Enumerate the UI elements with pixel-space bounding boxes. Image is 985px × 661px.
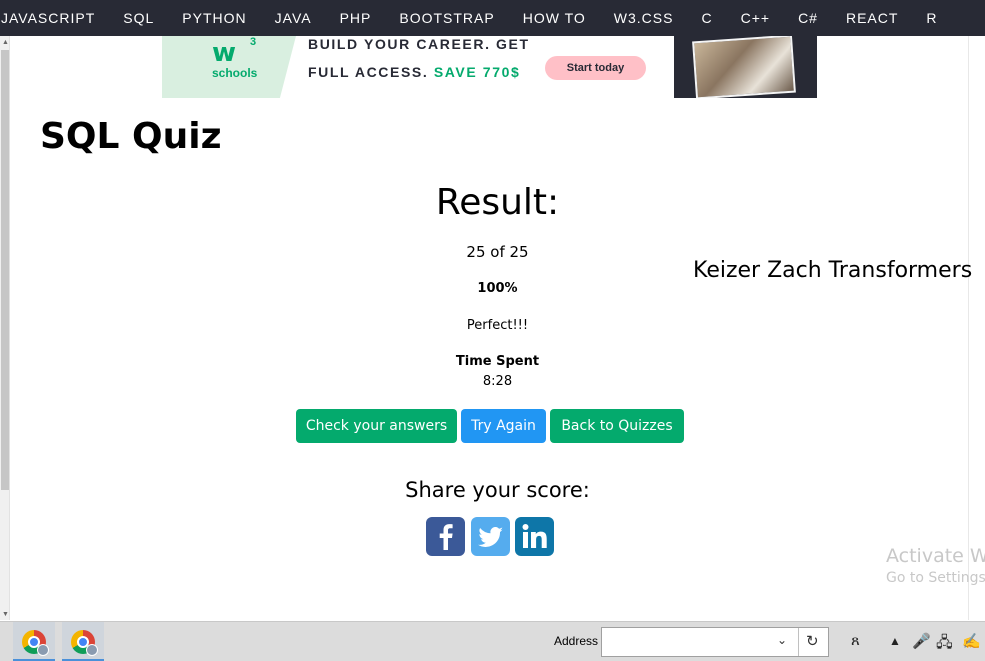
network-icon[interactable]: 🖧: [936, 632, 953, 657]
result-heading: Result:: [435, 182, 560, 223]
nav-item-w3css[interactable]: W3.CSS: [600, 0, 688, 36]
check-answers-button[interactable]: Check your answers: [296, 409, 457, 443]
ad-photo: [674, 36, 817, 98]
nav-item-javascript[interactable]: JAVASCRIPT: [0, 0, 109, 36]
try-again-button[interactable]: Try Again: [461, 409, 546, 443]
address-input[interactable]: ⌄ ↻: [601, 627, 829, 657]
divider: [798, 628, 799, 656]
people-icon[interactable]: ጸ: [851, 632, 860, 649]
result-percent: 100%: [477, 281, 518, 296]
nav-item-java[interactable]: JAVA: [261, 0, 326, 36]
ad-save-text: SAVE 770$: [433, 64, 521, 80]
nav-item-c[interactable]: C: [687, 0, 726, 36]
chrome-icon: [22, 630, 49, 656]
ad-photo-image: [692, 36, 796, 98]
profile-badge-icon: [86, 644, 98, 656]
chevron-up-icon[interactable]: ▲: [889, 634, 901, 648]
nav-item-php[interactable]: PHP: [326, 0, 386, 36]
share-score-label: Share your score:: [405, 478, 590, 502]
scrollbar-thumb[interactable]: [1, 50, 9, 490]
twitter-icon[interactable]: [471, 517, 510, 556]
logo-superscript: 3: [250, 36, 257, 48]
profile-badge-icon: [37, 644, 49, 656]
ad-headline-1: BUILD YOUR CAREER. GET: [308, 36, 530, 52]
result-message: Perfect!!!: [466, 318, 529, 333]
scroll-down-icon[interactable]: ▼: [2, 611, 9, 618]
microphone-icon[interactable]: 🎤: [912, 632, 931, 650]
linkedin-icon[interactable]: [515, 517, 554, 556]
ad-banner[interactable]: w 3 schools BUILD YOUR CAREER. GET FULL …: [162, 36, 817, 98]
taskbar-chrome-1[interactable]: [13, 622, 55, 661]
ad-headline-2: FULL ACCESS. SAVE 770$: [308, 64, 520, 80]
address-toolbar-label: Address: [554, 634, 599, 648]
time-spent-label: Time Spent: [455, 354, 540, 369]
ad-headline-2a: FULL ACCESS.: [308, 64, 429, 80]
nav-item-sql[interactable]: SQL: [109, 0, 168, 36]
nav-item-cpp[interactable]: C++: [727, 0, 784, 36]
nav-item-bootstrap[interactable]: BOOTSTRAP: [385, 0, 508, 36]
nav-item-r[interactable]: R: [912, 0, 951, 36]
nav-item-how-to[interactable]: HOW TO: [509, 0, 600, 36]
top-navigation: JAVASCRIPT SQL PYTHON JAVA PHP BOOTSTRAP…: [0, 0, 985, 36]
activate-windows-title: Activate Wi: [886, 545, 985, 567]
taskbar: Address ⌄ ↻ ጸ ▲ 🎤 🖧 ✍: [0, 621, 985, 661]
start-today-button[interactable]: Start today: [545, 56, 646, 80]
refresh-icon[interactable]: ↻: [806, 632, 819, 650]
w3schools-logo: w 3 schools: [162, 36, 296, 98]
logo-schools: schools: [212, 66, 258, 80]
pen-icon[interactable]: ✍: [962, 632, 981, 650]
back-to-quizzes-button[interactable]: Back to Quizzes: [550, 409, 684, 443]
nav-item-python[interactable]: PYTHON: [168, 0, 260, 36]
chevron-down-icon[interactable]: ⌄: [777, 633, 787, 647]
scroll-up-icon[interactable]: ▲: [2, 39, 9, 46]
chrome-icon: [71, 630, 98, 656]
time-spent-value: 8:28: [482, 374, 513, 389]
activate-windows-subtitle: Go to Settings t: [886, 570, 985, 586]
nav-item-csharp[interactable]: C#: [784, 0, 832, 36]
facebook-icon[interactable]: [426, 517, 465, 556]
logo-w: w: [212, 38, 237, 68]
taskbar-chrome-2[interactable]: [62, 622, 104, 661]
user-name: Keizer Zach Transformers: [693, 258, 973, 283]
page-title: SQL Quiz: [40, 116, 222, 157]
nav-item-react[interactable]: REACT: [832, 0, 912, 36]
